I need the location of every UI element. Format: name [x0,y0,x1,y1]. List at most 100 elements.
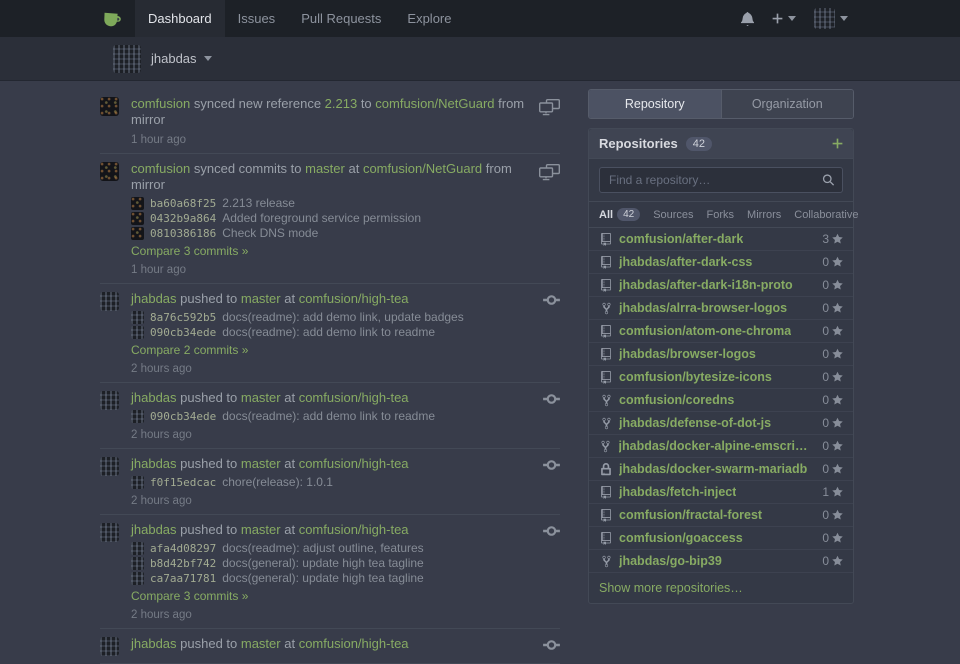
filter-all[interactable]: All 42 [599,208,640,221]
tab-repository[interactable]: Repository [589,90,721,118]
feed-link[interactable]: comfusion [131,96,190,111]
feed-link[interactable]: master [241,456,281,471]
repo-list-item[interactable]: comfusion/bytesize-icons 0 [589,366,853,389]
nav-item-explore[interactable]: Explore [394,0,464,37]
repo-list-item[interactable]: jhabdas/defense-of-dot-js 0 [589,412,853,435]
feed-link[interactable]: comfusion [131,161,190,176]
repo-link[interactable]: jhabdas/alrra-browser-logos [619,301,787,315]
feed-link[interactable]: jhabdas [131,636,177,651]
repo-link[interactable]: jhabdas/browser-logos [619,347,756,361]
repo-link[interactable]: comfusion/coredns [619,393,734,407]
user-menu[interactable] [814,8,848,29]
search-icon[interactable] [822,174,835,187]
plus-icon [772,12,783,25]
repo-link[interactable]: comfusion/bytesize-icons [619,370,772,384]
feed-link[interactable]: comfusion/high-tea [299,522,409,537]
repo-stars: 0 [814,462,843,476]
actor-avatar[interactable] [100,97,119,116]
nav-item-pull-requests[interactable]: Pull Requests [288,0,394,37]
feed-title: jhabdas pushed to master at comfusion/hi… [131,291,531,307]
caret-down-icon[interactable] [204,56,212,61]
repo-list-item[interactable]: jhabdas/go-bip39 0 [589,550,853,573]
repo-link[interactable]: comfusion/fractal-forest [619,508,762,522]
feed-link[interactable]: master [241,390,281,405]
gitea-logo-icon[interactable] [100,0,123,37]
commit-sha-link[interactable]: b8d42bf742 [150,557,216,570]
repo-link[interactable]: jhabdas/after-dark-css [619,255,752,269]
feed-link[interactable]: master [241,636,281,651]
commit-sha-link[interactable]: afa4d08297 [150,542,216,555]
compare-link[interactable]: Compare 2 commits » [131,344,248,357]
repo-link[interactable]: comfusion/goaccess [619,531,743,545]
compare-link[interactable]: Compare 3 commits » [131,590,248,603]
repo-link[interactable]: jhabdas/defense-of-dot-js [619,416,771,430]
repo-link[interactable]: jhabdas/docker-alpine-emscripten [619,439,815,453]
repo-search-input[interactable] [599,167,843,193]
feed-link[interactable]: jhabdas [131,522,177,537]
feed-link[interactable]: comfusion/high-tea [299,456,409,471]
repo-link[interactable]: jhabdas/docker-swarm-mariadb [619,462,807,476]
feed-link[interactable]: comfusion/NetGuard [375,96,494,111]
feed-link[interactable]: master [305,161,345,176]
feed-link[interactable]: master [241,522,281,537]
repo-list-item[interactable]: comfusion/after-dark 3 [589,228,853,251]
commit-sha-link[interactable]: f0f15edcac [150,476,216,489]
commit-sha-link[interactable]: 0810386186 [150,227,216,240]
repo-list-item[interactable]: jhabdas/alrra-browser-logos 0 [589,297,853,320]
repo-list-item[interactable]: jhabdas/docker-swarm-mariadb 0 [589,458,853,481]
filter-collaborative[interactable]: Collaborative [794,209,858,221]
feed-link[interactable]: jhabdas [131,291,177,306]
feed-link[interactable]: 2.213 [325,96,358,111]
commit-sha-link[interactable]: ca7aa71781 [150,572,216,585]
create-new-button[interactable] [772,12,796,25]
feed-link[interactable]: comfusion/NetGuard [363,161,482,176]
repo-link[interactable]: comfusion/atom-one-chroma [619,324,791,338]
actor-avatar[interactable] [100,637,119,656]
nav-item-dashboard[interactable]: Dashboard [135,0,225,37]
compare-link[interactable]: Compare 3 commits » [131,245,248,258]
nav-item-issues[interactable]: Issues [225,0,289,37]
feed-link[interactable]: comfusion/high-tea [299,390,409,405]
repo-link[interactable]: jhabdas/after-dark-i18n-proto [619,278,793,292]
mirror-icon [539,99,560,146]
actor-avatar[interactable] [100,292,119,311]
actor-avatar[interactable] [100,391,119,410]
add-repository-button[interactable] [832,137,843,150]
commit-sha-link[interactable]: 8a76c592b5 [150,311,216,324]
repo-list-item[interactable]: comfusion/coredns 0 [589,389,853,412]
context-username[interactable]: jhabdas [151,51,197,66]
feed-link[interactable]: comfusion/high-tea [299,636,409,651]
repo-link[interactable]: jhabdas/fetch-inject [619,485,736,499]
filter-forks[interactable]: Forks [707,209,735,221]
filter-sources[interactable]: Sources [653,209,693,221]
repo-list-item[interactable]: jhabdas/browser-logos 0 [589,343,853,366]
feed-link[interactable]: master [241,291,281,306]
repo-list-item[interactable]: jhabdas/after-dark-i18n-proto 0 [589,274,853,297]
repo-list-item[interactable]: jhabdas/docker-alpine-emscripten 0 [589,435,853,458]
repo-list-item[interactable]: comfusion/goaccess 0 [589,527,853,550]
repo-star-count: 0 [822,416,829,430]
repo-list-item[interactable]: jhabdas/after-dark-css 0 [589,251,853,274]
repo-star-count: 0 [822,508,829,522]
repo-list-item[interactable]: jhabdas/fetch-inject 1 [589,481,853,504]
filter-count-badge: 42 [617,208,640,221]
commit-sha-link[interactable]: 090cb34ede [150,326,216,339]
actor-avatar[interactable] [100,523,119,542]
commit-sha-link[interactable]: 0432b9a864 [150,212,216,225]
actor-avatar[interactable] [100,162,119,181]
commit-sha-link[interactable]: ba60a68f25 [150,197,216,210]
show-more-repositories-link[interactable]: Show more repositories… [589,573,853,603]
feed-link[interactable]: jhabdas [131,390,177,405]
repo-list-item[interactable]: comfusion/atom-one-chroma 0 [589,320,853,343]
repo-link[interactable]: comfusion/after-dark [619,232,743,246]
feed-link[interactable]: jhabdas [131,456,177,471]
feed-link[interactable]: comfusion/high-tea [299,291,409,306]
actor-avatar[interactable] [100,457,119,476]
repo-link[interactable]: jhabdas/go-bip39 [619,554,722,568]
notifications-bell-icon[interactable] [741,11,754,26]
tab-organization[interactable]: Organization [721,90,854,118]
filter-mirrors[interactable]: Mirrors [747,209,781,221]
commit-sha-link[interactable]: 090cb34ede [150,410,216,423]
commit-list: 8a76c592b5 docs(readme): add demo link, … [131,311,531,339]
repo-list-item[interactable]: comfusion/fractal-forest 0 [589,504,853,527]
